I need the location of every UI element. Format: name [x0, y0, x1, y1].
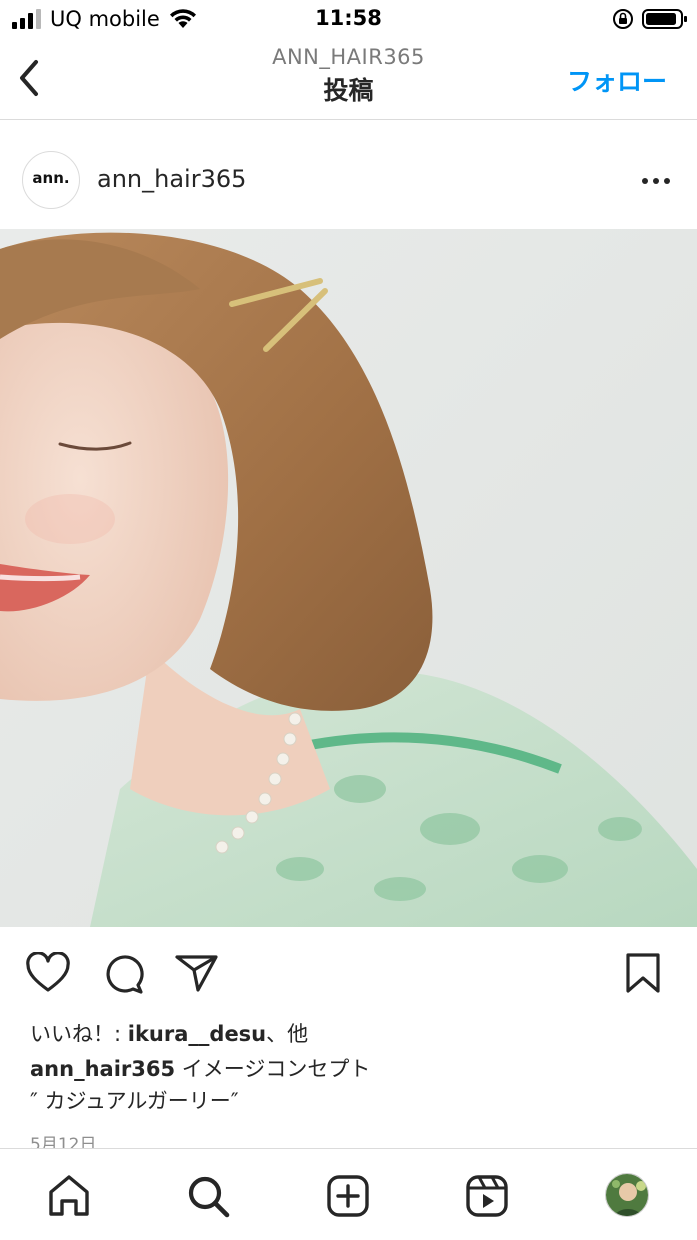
post-image-illustration [0, 229, 697, 927]
bottom-tab-bar [0, 1148, 697, 1240]
caption-text: イメージコンセプト [175, 1057, 371, 1081]
likes-prefix: いいね！: [30, 1022, 128, 1046]
reels-icon[interactable] [464, 1173, 510, 1219]
post-username[interactable]: ann_hair365 [97, 165, 246, 193]
status-bar: UQ mobile 11:58 [0, 0, 697, 40]
post-actions [0, 927, 697, 1017]
post-header: ann. ann_hair365 [0, 121, 697, 229]
share-icon[interactable] [174, 952, 220, 994]
bookmark-icon[interactable] [620, 952, 666, 994]
search-icon[interactable] [185, 1173, 231, 1219]
likes-line: いいね！: ikura__desu、他 [30, 1018, 308, 1048]
profile-avatar-image [606, 1174, 648, 1216]
caption-username[interactable]: ann_hair365 [30, 1057, 175, 1081]
heart-icon[interactable] [25, 952, 71, 994]
battery-icon [642, 9, 687, 29]
post-caption: ann_hair365 イメージコンセプト ″ カジュアルガーリー″ [30, 1053, 670, 1117]
home-icon[interactable] [46, 1173, 92, 1219]
new-post-icon[interactable] [325, 1173, 371, 1219]
post-date: 5月12日 [30, 1135, 97, 1148]
top-nav: ANN_HAIR365 投稿 フォロー [0, 40, 697, 120]
avatar[interactable]: ann. [22, 151, 80, 209]
profile-avatar[interactable] [605, 1173, 649, 1217]
likes-suffix[interactable]: 、他 [266, 1022, 308, 1046]
rotation-lock-icon [613, 9, 633, 29]
avatar-logo: ann. [32, 169, 70, 187]
follow-button[interactable]: フォロー [567, 62, 667, 98]
more-horizontal-icon[interactable] [640, 176, 672, 186]
status-time: 11:58 [315, 6, 382, 30]
likes-user[interactable]: ikura__desu [128, 1022, 266, 1046]
comment-icon[interactable] [100, 952, 146, 994]
caption-line-2: ″ カジュアルガーリー″ [30, 1089, 239, 1113]
post-image[interactable] [0, 229, 697, 927]
